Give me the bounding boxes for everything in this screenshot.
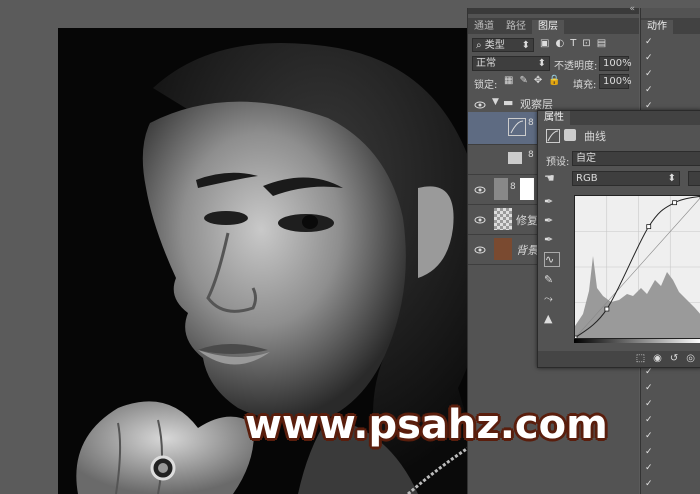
clip-to-layer-icon[interactable]: ⬚ bbox=[636, 351, 645, 367]
tab-properties[interactable]: 属性 bbox=[538, 111, 570, 125]
layer-filter-select[interactable]: ⌕ 类型 ⬍ bbox=[472, 38, 534, 52]
shape-filter-icon[interactable]: ⊡ bbox=[582, 38, 590, 52]
curves-icon bbox=[546, 129, 560, 143]
check-icon[interactable]: ✓ bbox=[645, 400, 654, 409]
check-icon[interactable]: ✓ bbox=[645, 432, 654, 441]
layers-tab-bar: 通道 路径 图层 bbox=[468, 18, 639, 34]
lock-icons: ▦ ✎ ✥ 🔒 bbox=[504, 75, 561, 86]
blend-mode-select[interactable]: 正常 ⬍ bbox=[472, 56, 550, 71]
chevron-down-icon: ⬍ bbox=[667, 173, 676, 184]
check-icon[interactable]: ✓ bbox=[645, 480, 654, 489]
curve-control-point[interactable] bbox=[672, 200, 678, 206]
point-curve-tool-icon[interactable]: ∿ bbox=[544, 252, 560, 267]
check-icon[interactable]: ✓ bbox=[645, 384, 654, 393]
properties-bottom-bar: ⬚ ◉ ↺ ◎ bbox=[538, 351, 700, 367]
lock-brush-icon[interactable]: ✎ bbox=[519, 75, 527, 86]
check-icon[interactable]: ✓ bbox=[645, 416, 654, 425]
lock-all-icon[interactable]: 🔒 bbox=[548, 75, 560, 86]
check-icon[interactable]: ✓ bbox=[645, 54, 654, 63]
visibility-eye-icon[interactable] bbox=[474, 214, 486, 224]
check-icon[interactable]: ✓ bbox=[645, 86, 654, 95]
visibility-eye-icon[interactable] bbox=[474, 99, 486, 109]
lock-move-icon[interactable]: ✥ bbox=[534, 75, 542, 86]
filter-icons: ▣ ◐ T ⊡ ▤ bbox=[540, 38, 636, 52]
visibility-eye-icon[interactable] bbox=[474, 244, 486, 254]
smart-object-filter-icon[interactable]: ▤ bbox=[597, 38, 606, 52]
layer-thumbnail bbox=[494, 178, 508, 200]
adjustment-filter-icon[interactable]: ◐ bbox=[555, 38, 564, 52]
lock-transparent-icon[interactable]: ▦ bbox=[504, 75, 513, 86]
mask-icon[interactable] bbox=[564, 129, 576, 141]
link-icon: 8 bbox=[510, 182, 516, 192]
eyedropper-black-icon[interactable]: ✒ bbox=[544, 195, 560, 208]
link-icon: 8 bbox=[528, 150, 534, 160]
tab-paths[interactable]: 路径 bbox=[500, 20, 532, 34]
check-icon[interactable]: ✓ bbox=[645, 464, 654, 473]
tab-actions[interactable]: 动作 bbox=[641, 20, 673, 34]
preset-select[interactable]: 自定 bbox=[572, 151, 700, 166]
fill-field[interactable]: 100% bbox=[599, 74, 632, 89]
visibility-eye-icon[interactable]: ◎ bbox=[686, 351, 695, 367]
mask-thumbnail bbox=[520, 178, 534, 200]
link-icon: 8 bbox=[528, 118, 534, 128]
expand-triangle-icon[interactable]: ▼ bbox=[492, 97, 499, 107]
smooth-icon[interactable]: ⤳ bbox=[544, 292, 560, 306]
adjustment-name: 曲线 bbox=[584, 130, 606, 143]
opacity-field[interactable]: 100% bbox=[599, 56, 632, 71]
chevron-down-icon: ⬍ bbox=[537, 58, 546, 69]
check-icon[interactable]: ✓ bbox=[645, 70, 654, 79]
search-icon: ⌕ bbox=[476, 40, 482, 51]
reset-icon[interactable]: ↺ bbox=[670, 351, 678, 367]
collapse-icon[interactable]: « bbox=[629, 4, 635, 14]
fill-label: 填充: bbox=[573, 80, 597, 91]
curve-control-point[interactable] bbox=[604, 306, 610, 312]
lock-label: 锁定: bbox=[474, 80, 498, 91]
panel-header-strip: « bbox=[468, 4, 639, 14]
actions-tab-bar: 动作 bbox=[641, 18, 700, 34]
tab-layers[interactable]: 图层 bbox=[532, 20, 564, 34]
curve-tools: ✒ ✒ ✒ ∿ ✎ ⤳ ▲ bbox=[544, 195, 560, 325]
auto-button[interactable] bbox=[688, 171, 700, 186]
watermark: www.psahz.com bbox=[245, 402, 608, 448]
chevron-down-icon: ⬍ bbox=[521, 40, 530, 51]
view-previous-icon[interactable]: ◉ bbox=[653, 351, 662, 367]
properties-tab-bar: 属性 bbox=[538, 111, 700, 125]
hand-tool-icon[interactable]: ☚ bbox=[544, 171, 555, 185]
eyedropper-gray-icon[interactable]: ✒ bbox=[544, 214, 560, 227]
type-filter-icon[interactable]: T bbox=[570, 38, 576, 52]
visibility-eye-icon[interactable] bbox=[474, 184, 486, 194]
channel-select[interactable]: RGB ⬍ bbox=[572, 171, 680, 186]
image-filter-icon[interactable]: ▣ bbox=[540, 38, 549, 52]
clipping-warning-icon[interactable]: ▲ bbox=[544, 312, 560, 325]
background-thumbnail bbox=[494, 238, 512, 260]
curve-control-point[interactable] bbox=[646, 224, 652, 230]
check-icon[interactable]: ✓ bbox=[645, 368, 654, 377]
check-icon[interactable]: ✓ bbox=[645, 38, 654, 47]
preset-label: 预设: bbox=[546, 157, 570, 168]
layer-name: 背景 bbox=[516, 244, 538, 257]
curve-control-point[interactable] bbox=[572, 335, 578, 341]
folder-icon: ▬ bbox=[503, 96, 514, 109]
gradient-bar bbox=[574, 339, 700, 343]
properties-panel: 属性 曲线 预设: 自定 ☚ RGB ⬍ ✒ ✒ ✒ ∿ ✎ ⤳ ▲ ⬚ ◉ ↺… bbox=[537, 110, 700, 368]
adjustment-thumbnail bbox=[508, 152, 522, 164]
tab-channels[interactable]: 通道 bbox=[468, 20, 500, 34]
eyedropper-white-icon[interactable]: ✒ bbox=[544, 233, 560, 246]
check-icon[interactable]: ✓ bbox=[645, 448, 654, 457]
opacity-label: 不透明度: bbox=[554, 61, 598, 72]
pencil-tool-icon[interactable]: ✎ bbox=[544, 273, 560, 286]
transparent-thumbnail bbox=[494, 208, 512, 230]
curve-graph[interactable] bbox=[572, 193, 700, 341]
curves-adjustment-icon bbox=[508, 118, 526, 136]
